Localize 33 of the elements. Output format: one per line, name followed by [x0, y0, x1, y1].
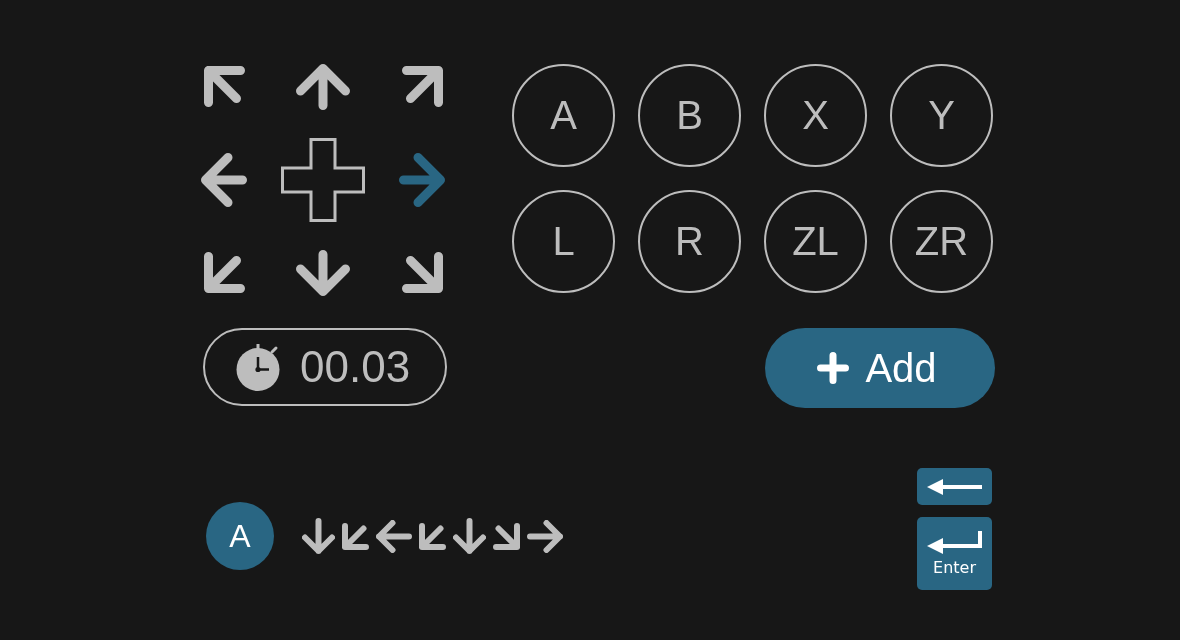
arrow-left-icon	[376, 519, 412, 553]
arrow-down-left-icon	[419, 522, 446, 550]
controller-button[interactable]: R	[638, 190, 741, 293]
backspace-key[interactable]	[917, 468, 992, 505]
controller-button[interactable]: ZR	[890, 190, 993, 293]
arrow-down-icon	[302, 518, 335, 554]
controller-button[interactable]: L	[512, 190, 615, 293]
arrow-up-left-icon[interactable]	[203, 66, 245, 107]
controller-button[interactable]: A	[512, 64, 615, 167]
arrow-down-icon	[453, 518, 486, 554]
arrow-left-icon[interactable]	[201, 152, 247, 207]
add-button[interactable]: Add	[765, 328, 995, 408]
timer-button[interactable]: 00.03	[203, 328, 447, 406]
arrow-down-right-icon[interactable]	[401, 252, 443, 293]
arrow-down-right-icon	[493, 522, 520, 550]
stopwatch-icon	[236, 343, 280, 391]
arrow-right-icon[interactable]	[399, 152, 445, 207]
return-arrow-icon	[927, 530, 982, 554]
controller-button[interactable]: B	[638, 64, 741, 167]
enter-key[interactable]: Enter	[917, 517, 992, 590]
arrow-down-left-icon[interactable]	[203, 252, 245, 293]
button-badge: A	[206, 502, 274, 570]
arrow-left-icon	[927, 478, 982, 495]
controller-button[interactable]: X	[764, 64, 867, 167]
arrow-up-icon[interactable]	[296, 63, 350, 110]
controller-button[interactable]: Y	[890, 64, 993, 167]
arrow-right-icon	[527, 519, 563, 553]
controller-button[interactable]: ZL	[764, 190, 867, 293]
plus-icon	[817, 352, 850, 384]
dpad-icon	[281, 137, 365, 222]
arrow-down-icon[interactable]	[296, 249, 350, 296]
arrow-up-right-icon[interactable]	[401, 66, 443, 107]
arrow-down-left-icon	[342, 522, 369, 550]
